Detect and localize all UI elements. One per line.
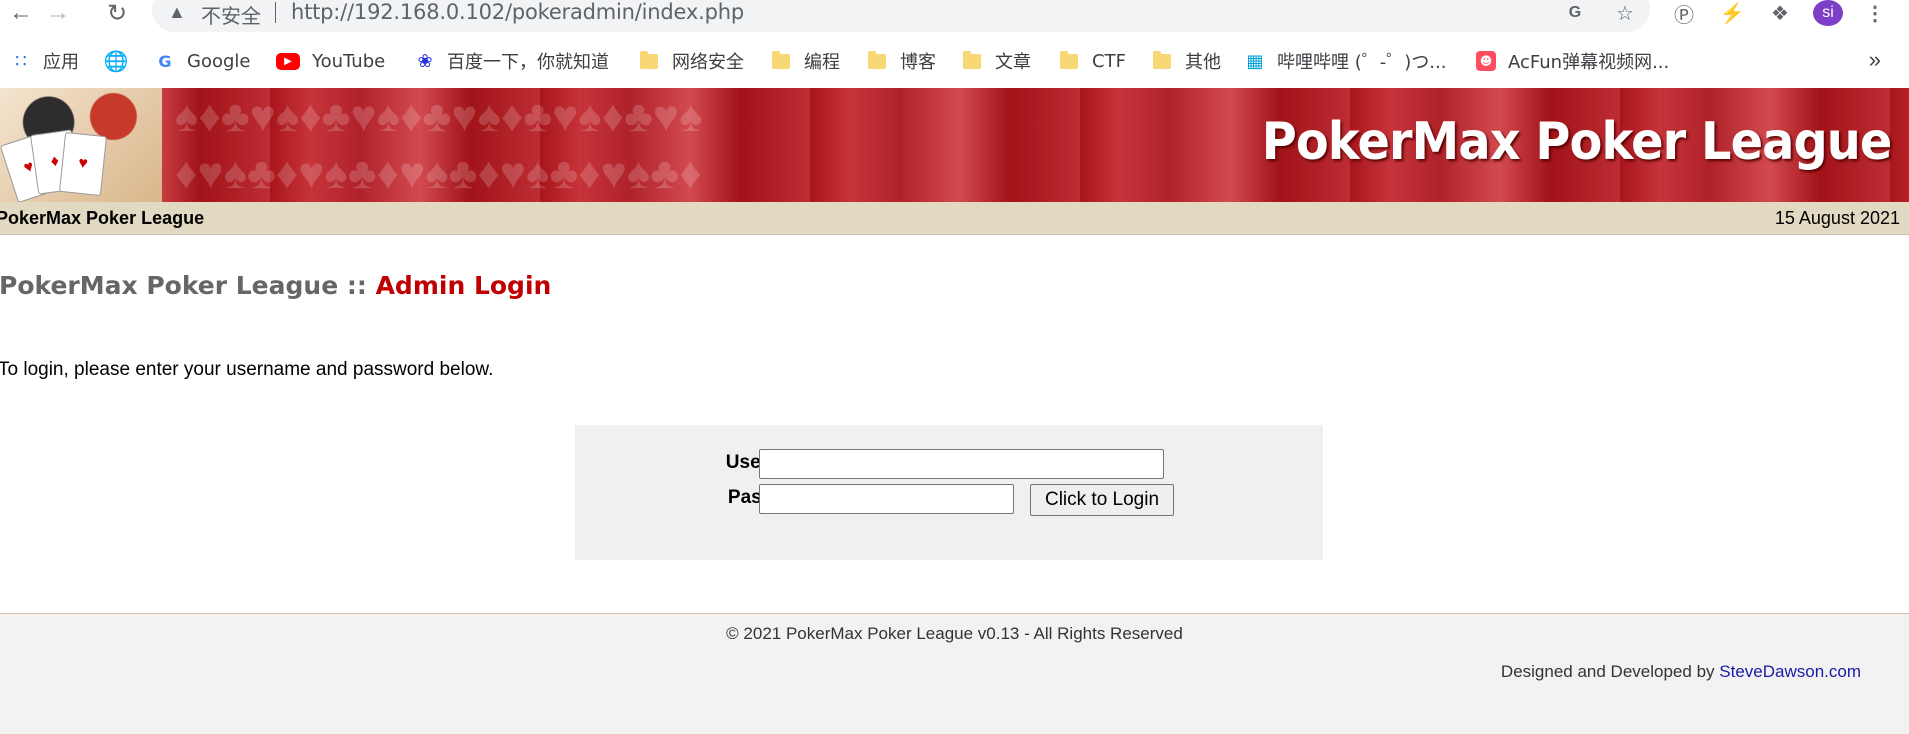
bookmark-apps[interactable]: ∷ 应用 (11, 49, 79, 74)
globe-icon: 🌐 (103, 49, 129, 73)
bookmark-label: 博客 (900, 52, 936, 73)
bookmark-label: 百度一下，你就知道 (447, 52, 609, 73)
site-name: PokerMax Poker League (0, 208, 205, 228)
apps-grid-icon: ∷ (15, 50, 27, 72)
url-text[interactable]: http://192.168.0.102/pokeradmin/index.ph… (291, 0, 744, 24)
bookmark-label: 其他 (1185, 52, 1221, 73)
bookmark-label: CTF (1092, 50, 1126, 72)
reload-icon[interactable]: ↻ (103, 0, 131, 27)
banner-logo-text: PokerMax Poker League (1261, 112, 1892, 172)
bookmark-label: 应用 (43, 52, 79, 73)
grammarly-icon[interactable]: Ⓟ (1670, 0, 1698, 27)
bookmark-label: 网络安全 (672, 52, 744, 73)
credit-link[interactable]: SteveDawson.com (1719, 662, 1861, 681)
bookmark-acfun[interactable]: ☻ AcFun弹幕视频网... (1476, 49, 1669, 73)
bilibili-icon: ▦ (1246, 50, 1264, 72)
bookmark-baidu[interactable]: ❀ 百度一下，你就知道 (415, 49, 609, 74)
bookmark-label: 文章 (995, 52, 1031, 73)
current-date: 15 August 2021 (1774, 208, 1900, 228)
page-title-section: Admin Login (375, 271, 552, 300)
folder-icon (868, 50, 886, 69)
extension-bolt-icon[interactable]: ⚡ (1718, 0, 1746, 26)
browser-toolbar: ← → ↻ ▲ 不安全 http://192.168.0.102/pokerad… (0, 0, 1909, 32)
bookmark-label: YouTube (312, 50, 386, 72)
folder-icon (1060, 50, 1078, 69)
bookmark-bilibili[interactable]: ▦ 哔哩哔哩 (゜-゜)つ... (1245, 49, 1447, 74)
security-label[interactable]: 不安全 (201, 0, 261, 29)
folder-icon (640, 50, 658, 69)
bookmark-folder-security[interactable]: 网络安全 (640, 49, 744, 73)
bookmark-folder-other[interactable]: 其他 (1153, 49, 1221, 73)
bookmark-label: Google (187, 50, 251, 72)
username-input[interactable] (759, 449, 1164, 479)
folder-icon (1153, 50, 1171, 69)
warning-icon[interactable]: ▲ (168, 2, 186, 23)
puzzle-icon[interactable]: ❖ (1766, 0, 1794, 26)
youtube-icon: ▶ (276, 52, 300, 70)
bookmark-folder-programming[interactable]: 编程 (772, 49, 840, 73)
folder-icon (963, 50, 981, 69)
translate-icon[interactable]: G (1561, 0, 1589, 26)
google-icon: G (158, 51, 172, 71)
address-separator (275, 2, 276, 23)
bookmark-label: 编程 (804, 52, 840, 73)
star-icon[interactable]: ☆ (1611, 0, 1639, 26)
bookmarks-overflow-button[interactable]: » (1869, 47, 1881, 73)
bookmark-label: 哔哩哔哩 (゜-゜)つ... (1277, 52, 1447, 73)
bookmark-globe[interactable]: 🌐 (103, 49, 138, 73)
bookmark-label: AcFun弹幕视频网... (1508, 52, 1670, 73)
bookmark-google[interactable]: G Google (155, 49, 250, 73)
login-button[interactable]: Click to Login (1030, 484, 1174, 516)
bookmarks-bar: ∷ 应用 🌐 G Google ▶ YouTube ❀ 百度一下，你就知道 网络… (0, 37, 1909, 85)
baidu-icon: ❀ (417, 50, 433, 72)
menu-dots-icon[interactable]: ⋮ (1861, 0, 1889, 26)
folder-icon (772, 50, 790, 69)
login-instructions: To login, please enter your username and… (0, 359, 494, 380)
site-banner: ♥ ♦ ♥ ♠♦♣♥♠♦♣♥♠♦♣♥♠♦♣♥♠♦♣♥♠ ♦♥♠♣♦♥♠♣♦♥♠♣♦… (0, 88, 1909, 202)
acfun-icon: ☻ (1476, 51, 1496, 71)
page-title: PokerMax Poker League :: Admin Login (0, 271, 551, 300)
page-title-prefix: PokerMax Poker League :: (0, 271, 367, 300)
copyright-text: © 2021 PokerMax Poker League v0.13 - All… (726, 624, 1183, 643)
credit-prefix: Designed and Developed by (1500, 662, 1715, 681)
forward-icon[interactable]: → (44, 0, 72, 26)
bookmark-youtube[interactable]: ▶ YouTube (276, 49, 385, 73)
site-infobar: PokerMax Poker League 15 August 2021 (0, 202, 1909, 235)
card-pattern: ♠♦♣♥♠♦♣♥♠♦♣♥♠♦♣♥♠♦♣♥♠ ♦♥♠♣♦♥♠♣♦♥♠♣♦♥♠♣♦♥♠… (175, 92, 703, 198)
card-image: ♥ (58, 131, 108, 197)
profile-avatar[interactable]: si (1813, 0, 1843, 26)
site-footer: © 2021 PokerMax Poker League v0.13 - All… (0, 613, 1909, 734)
password-input[interactable] (759, 484, 1014, 514)
back-icon[interactable]: ← (7, 0, 35, 26)
bookmark-folder-blog[interactable]: 博客 (868, 49, 936, 73)
bookmark-folder-ctf[interactable]: CTF (1060, 49, 1126, 73)
credit-text: Designed and Developed by SteveDawson.co… (1501, 662, 1861, 682)
login-form: Username: Password: Click to Login (575, 425, 1323, 560)
poker-chips-image: ♥ ♦ ♥ (0, 88, 162, 202)
bookmark-folder-articles[interactable]: 文章 (963, 49, 1031, 73)
